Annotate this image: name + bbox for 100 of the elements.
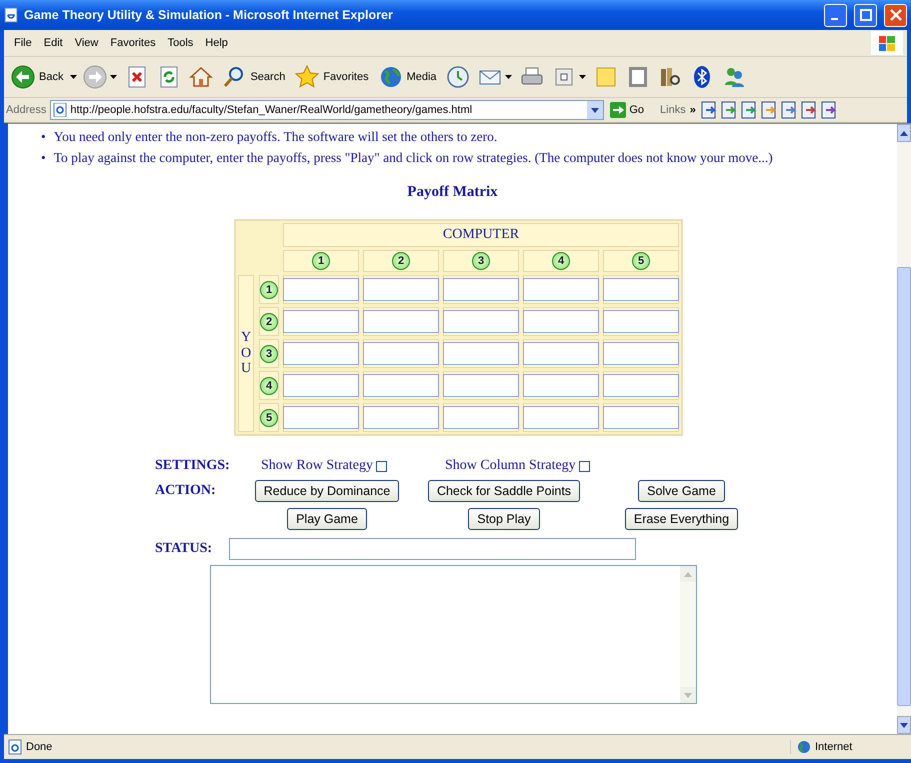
link-page-icon[interactable] — [720, 101, 738, 119]
payoff-input[interactable] — [363, 374, 439, 397]
payoff-input[interactable] — [603, 278, 679, 301]
payoff-input[interactable] — [363, 406, 439, 429]
menu-item[interactable]: Edit — [38, 37, 69, 49]
payoff-input[interactable] — [443, 310, 519, 333]
address-label: Address — [6, 104, 46, 116]
link-page-icon[interactable] — [780, 101, 798, 119]
caret-icon[interactable] — [110, 75, 118, 79]
instruction-text: You need only enter the non-zero payoffs. The software will set the others to zero. — [54, 128, 498, 145]
menu-item[interactable]: File — [8, 37, 38, 49]
checkbox[interactable] — [578, 460, 590, 472]
payoff-input[interactable] — [523, 342, 599, 365]
link-page-icon[interactable] — [700, 101, 718, 119]
dropdown-button[interactable] — [587, 101, 604, 119]
link-page-icon[interactable] — [800, 101, 818, 119]
payoff-input[interactable] — [283, 374, 359, 397]
link-page-icon[interactable] — [760, 101, 778, 119]
payoff-input[interactable] — [603, 310, 679, 333]
status-field[interactable] — [229, 538, 636, 560]
action-button[interactable]: Reduce by Dominance — [254, 480, 400, 502]
checkbox[interactable] — [376, 460, 387, 472]
column-number: 4 — [552, 252, 570, 270]
payoff-input[interactable] — [283, 406, 359, 429]
checkbox-label: Show Row Strategy — [261, 458, 373, 474]
window-title: Game Theory Utility & Simulation - Microsoft Internet Explorer — [24, 8, 394, 22]
link-page-icon[interactable] — [740, 101, 758, 119]
zone-text: Internet — [815, 741, 852, 753]
settings-label: SETTINGS: — [155, 458, 231, 474]
payoff-input[interactable] — [603, 374, 679, 397]
windows-flag-icon — [878, 34, 896, 52]
payoff-input[interactable] — [283, 342, 359, 365]
scrollbar-thumb[interactable] — [897, 267, 911, 706]
payoff-input[interactable] — [363, 342, 439, 365]
page-icon — [53, 103, 68, 117]
minimize-button[interactable] — [824, 4, 847, 26]
payoff-input[interactable] — [523, 374, 599, 397]
payoff-input[interactable] — [523, 406, 599, 429]
search-button[interactable]: Search — [219, 63, 288, 91]
payoff-input[interactable] — [523, 310, 599, 333]
bullet: • — [41, 149, 46, 166]
status-text: Done — [26, 741, 52, 753]
column-number: 1 — [312, 252, 330, 270]
column-number: 3 — [472, 252, 490, 270]
note-icon[interactable] — [594, 65, 618, 89]
media-button[interactable]: Media — [376, 63, 440, 91]
scroll-up-button[interactable] — [897, 124, 911, 142]
favorites-button[interactable]: Favorites — [292, 63, 372, 91]
down-arrow-icon — [900, 722, 908, 728]
payoff-input[interactable] — [283, 278, 359, 301]
close-button[interactable] — [884, 4, 907, 26]
menu-item[interactable]: Tools — [162, 37, 200, 49]
go-button[interactable]: Go — [608, 102, 650, 118]
menu-item[interactable]: Favorites — [104, 37, 162, 49]
column-header: COMPUTER — [283, 223, 679, 247]
links-label: Links — [660, 104, 686, 116]
status-label: STATUS: — [155, 541, 214, 557]
row-number: 5 — [260, 408, 278, 426]
scroll-down-button[interactable] — [897, 716, 911, 734]
payoff-input[interactable] — [603, 342, 679, 365]
column-number: 2 — [392, 252, 410, 270]
payoff-input[interactable] — [523, 278, 599, 301]
back-button[interactable]: Back — [8, 63, 66, 91]
page-icon — [8, 739, 22, 755]
star-icon[interactable] — [295, 65, 320, 89]
address-field[interactable]: http://people.hofstra.edu/faculty/Stefan_Waner/RealWorld/gametheory/games.html — [50, 100, 604, 120]
payoff-input[interactable] — [443, 342, 519, 365]
menu-item[interactable]: View — [68, 37, 104, 49]
payoff-input[interactable] — [443, 278, 519, 301]
row-number: 1 — [260, 280, 278, 298]
action-button[interactable]: Solve Game — [638, 480, 725, 502]
close-icon — [890, 9, 902, 21]
payoff-input[interactable] — [603, 406, 679, 429]
chevron[interactable]: » — [690, 104, 696, 116]
caret-icon[interactable] — [504, 75, 512, 79]
action-button[interactable]: Erase Everything — [624, 508, 738, 530]
globe-icon[interactable] — [378, 65, 403, 89]
row-number: 3 — [260, 344, 278, 362]
link-page-icon[interactable] — [820, 101, 838, 119]
minimize-icon — [830, 18, 838, 20]
column-number: 5 — [632, 252, 650, 270]
caret-icon — [591, 108, 600, 112]
clock-icon[interactable] — [446, 65, 470, 89]
action-button[interactable]: Play Game — [287, 508, 367, 530]
bullet: • — [41, 128, 46, 145]
menu-item[interactable]: Help — [199, 37, 234, 49]
house-icon[interactable] — [189, 65, 214, 89]
maximize-button[interactable] — [854, 4, 877, 26]
caret-icon[interactable] — [70, 75, 78, 79]
payoff-input[interactable] — [363, 278, 439, 301]
payoff-input[interactable] — [443, 406, 519, 429]
payoff-input[interactable] — [443, 374, 519, 397]
row-header: YOU — [238, 275, 254, 432]
payoff-input[interactable] — [363, 310, 439, 333]
action-button[interactable]: Stop Play — [468, 508, 540, 530]
action-button[interactable]: Check for Saddle Points — [428, 480, 580, 502]
caret-icon[interactable] — [578, 75, 586, 79]
payoff-input[interactable] — [283, 310, 359, 333]
action-label: ACTION: — [155, 483, 217, 499]
matrix-heading: Payoff Matrix — [406, 184, 499, 201]
